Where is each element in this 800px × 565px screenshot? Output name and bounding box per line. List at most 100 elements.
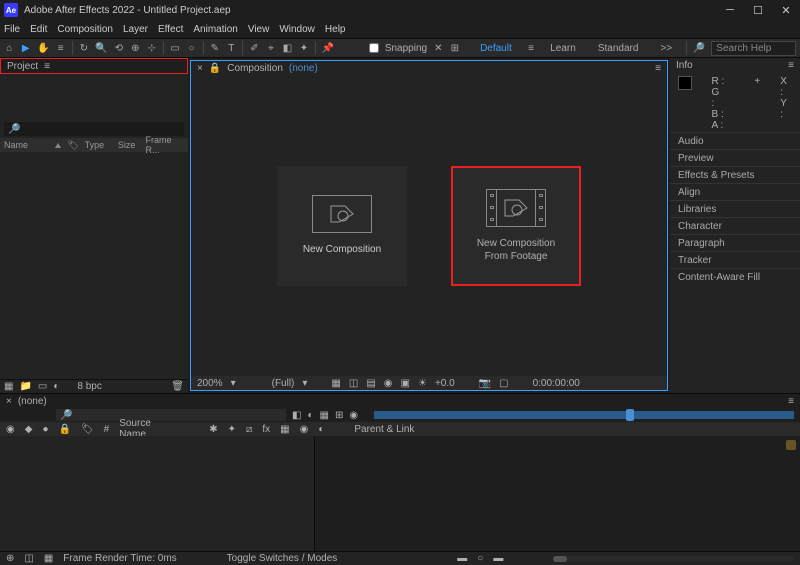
snapshot-icon[interactable]: 📷 [479,378,491,389]
selection-tool-icon[interactable]: ▶ [20,41,30,55]
trash-icon[interactable]: 🗑 [171,381,184,392]
tl-footer-icon[interactable]: ⊕ [6,553,14,564]
roto-tool-icon[interactable]: ✦ [299,41,309,55]
col-parent-link[interactable]: Parent & Link [354,424,414,435]
col-size[interactable]: Size [118,140,140,150]
menu-animation[interactable]: Animation [193,24,237,35]
panel-libraries[interactable]: Libraries [670,200,800,217]
zoom-value[interactable]: 200% [197,378,223,389]
timecode[interactable]: 0:00:00:00 [533,378,580,389]
menu-view[interactable]: View [248,24,270,35]
menu-composition[interactable]: Composition [57,24,113,35]
project-tab[interactable]: Project≡ [0,58,188,74]
menu-window[interactable]: Window [279,24,315,35]
search-help-input[interactable]: Search Help [711,41,796,56]
panel-menu-icon[interactable]: ≡ [788,396,794,407]
puppet-tool-icon[interactable]: 📌 [322,41,334,55]
clone-tool-icon[interactable]: ⌖ [266,41,276,55]
ellipse-tool-icon[interactable]: ○ [186,41,196,55]
panel-menu-icon[interactable]: ≡ [788,60,794,71]
camera-tool-icon[interactable]: ⊕ [130,41,140,55]
panel-character[interactable]: Character [670,217,800,234]
workspace-learn[interactable]: Learn [542,41,584,56]
menu-icon[interactable]: ≡ [55,41,65,55]
zoom-tool-icon[interactable]: 🔍 [95,41,107,55]
rotate-tool-icon[interactable]: ⟲ [114,41,124,55]
timeline-layer-area[interactable] [0,436,315,551]
col-framerate[interactable]: Frame R... [146,135,184,155]
anchor-tool-icon[interactable]: ⊹ [147,41,157,55]
tl-footer-icon[interactable]: ◫ [24,553,33,564]
composition-tab[interactable]: ×🔒 Composition (none) ≡ [191,61,667,75]
text-tool-icon[interactable]: T [226,41,236,55]
info-tab[interactable]: Info≡ [670,58,800,72]
panel-preview[interactable]: Preview [670,149,800,166]
snap-opt-icon[interactable]: ✕ [433,41,443,55]
hand-tool-icon[interactable]: ✋ [37,41,49,55]
guide-icon[interactable]: ▤ [366,378,375,389]
snapping-checkbox[interactable] [369,43,379,53]
show-snapshot-icon[interactable]: ▢ [499,378,508,389]
new-composition-from-footage-card[interactable]: New CompositionFrom Footage [451,166,581,286]
tl-footer-icon[interactable]: ▦ [44,553,53,564]
menu-edit[interactable]: Edit [30,24,47,35]
panel-audio[interactable]: Audio [670,132,800,149]
workspace-menu-icon[interactable]: ≡ [526,41,536,55]
tl-icon[interactable]: ◐ [307,410,313,421]
exposure-icon[interactable]: ☀ [418,378,427,389]
tag-icon[interactable]: 🏷 [67,140,78,151]
adjust-icon[interactable]: ◐ [53,381,59,392]
mask-icon[interactable]: ◫ [349,378,358,389]
orbit-tool-icon[interactable]: ↻ [79,41,89,55]
col-name[interactable]: Name [4,140,49,150]
panel-menu-icon[interactable]: ≡ [655,63,661,74]
project-search[interactable]: 🔎 [4,122,184,136]
comp-icon[interactable]: ▭ [38,381,47,392]
channel-icon[interactable]: ◉ [384,378,393,389]
panel-align[interactable]: Align [670,183,800,200]
col-type[interactable]: Type [85,140,112,150]
tl-icon[interactable]: ◉ [349,410,358,421]
minimize-button[interactable]: ─ [716,0,744,20]
panel-paragraph[interactable]: Paragraph [670,234,800,251]
timeline-tab[interactable]: ×(none)≡ [0,394,800,408]
workspace-default[interactable]: Default [472,41,520,56]
timeline-track-area[interactable] [315,436,800,551]
menu-file[interactable]: File [4,24,20,35]
interpret-icon[interactable]: ▦ [4,381,13,392]
bpc-label[interactable]: 8 bpc [77,381,101,392]
work-area-marker[interactable] [786,440,796,450]
pen-tool-icon[interactable]: ✎ [210,41,220,55]
panel-tracker[interactable]: Tracker [670,251,800,268]
tl-icon[interactable]: ⊞ [335,410,343,421]
new-composition-card[interactable]: New Composition [277,166,407,286]
res-menu[interactable]: (Full) [272,378,295,389]
panel-content-aware-fill[interactable]: Content-Aware Fill [670,268,800,285]
search-icon[interactable]: 🔎 [693,41,705,55]
menu-help[interactable]: Help [325,24,346,35]
snap-grid-icon[interactable]: ⊞ [450,41,460,55]
timeline-ruler[interactable] [374,411,794,419]
brush-tool-icon[interactable]: ✐ [249,41,259,55]
tl-icon[interactable]: ◧ [292,410,301,421]
time-icon[interactable]: ▣ [401,378,410,389]
exposure-value[interactable]: +0.0 [435,378,455,389]
menu-effect[interactable]: Effect [158,24,183,35]
panel-menu-icon[interactable]: ≡ [44,61,50,72]
toggle-switches-button[interactable]: Toggle Switches / Modes [227,553,338,564]
maximize-button[interactable]: ☐ [744,0,772,20]
grid-icon[interactable]: ▦ [331,378,340,389]
rect-tool-icon[interactable]: ▭ [170,41,180,55]
menu-layer[interactable]: Layer [123,24,148,35]
panel-effects-presets[interactable]: Effects & Presets [670,166,800,183]
timeline-columns: ◉◆●🔒🏷# Source Name ✱✦⧄fx▦◉◐ Parent & Lin… [0,422,800,436]
close-button[interactable]: ✕ [772,0,800,20]
workspace-standard[interactable]: Standard [590,41,647,56]
eraser-tool-icon[interactable]: ◧ [282,41,292,55]
workspace-more[interactable]: >> [652,41,680,56]
timeline-scrollbar[interactable] [553,556,794,562]
home-icon[interactable]: ⌂ [4,41,14,55]
folder-icon[interactable]: 📁 [19,381,31,392]
lock-icon[interactable]: 🔒 [209,63,221,74]
tl-icon[interactable]: ▦ [320,410,329,421]
